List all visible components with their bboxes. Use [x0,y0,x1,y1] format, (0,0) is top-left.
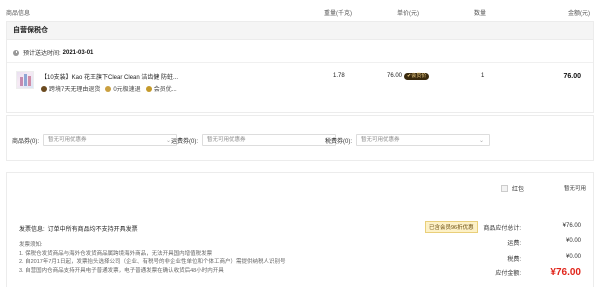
notes-line: 1. 保税仓发货商品与海外仓发货商品属跨境海外商品，无法开具国内增值税发票 [19,250,213,257]
product-price-cell: 76.00 ✔会员价 [387,73,430,80]
clock-icon [13,49,19,56]
summary-card: 红包 暂无可用 发票信息: 订单中所有商品均不支持开具发票 发票须知: 1. 保税… [6,172,594,287]
tax-row: 税费: ¥0.00 [507,254,581,263]
goods-coupon-select[interactable]: 暂无可用优惠券 ⌄ [43,134,178,146]
shipping-coupon-label: 运费券(0): [171,138,199,145]
tax-coupon-select[interactable]: 暂无可用优惠券 ⌄ [356,134,491,146]
delivery-date: 2021-03-01 [62,49,94,56]
product-weight: 1.78 [333,73,345,79]
goods-total-value: ¥76.00 [562,223,581,229]
shipping-row: 运费: ¥0.00 [507,238,581,247]
column-header: 商品信息 重量(千克) 单价(元) 数量 金额(元) [0,0,600,22]
redpacket-option[interactable]: 红包 [501,184,524,193]
notes-line: 2. 自2017年7月1日起，发票抬头选择公司（企业、有税号的非企业性单位和个体… [19,259,286,265]
member-icon [145,85,152,92]
total-row: 应付金额: ¥76.00 [461,267,581,278]
product-subtotal: 76.00 [563,73,581,80]
chevron-down-icon: ⌄ [478,138,485,144]
invoice-text: 订单中所有商品均不支持开具发票 [47,227,138,233]
refund-tag: 0元极速退 [105,84,141,93]
store-title: 自营保税仓 [7,22,593,40]
shipping-coupon-select[interactable]: 暂无可用优惠券 ⌄ [202,134,337,146]
goods-total-row: 商品应付总计: ¥76.00 [483,223,581,232]
product-thumbnail[interactable] [16,71,34,89]
product-price: 76.00 [387,73,403,79]
delivery-info: 预计送达时间: 2021-03-01 [13,48,93,57]
vip-price-badge: ✔会员价 [404,73,430,80]
product-row: 【10支装】Kao 花王旗下Clear Clean 洁齿健 防蛀... 跨境7天… [7,62,593,112]
coupon-card: 商品券(0): 暂无可用优惠券 ⌄ 运费券(0): 暂无可用优惠券 ⌄ 税费券(0)… [6,115,594,161]
notes-line: 3. 自营国内仓商品支持开具电子普通发票，电子普通发票在确认收货后48小时内开具 [19,267,224,274]
goods-coupon: 商品券(0): 暂无可用优惠券 ⌄ [12,134,178,146]
tax-value: ¥0.00 [565,254,581,260]
col-weight: 重量(千克) [324,11,352,17]
product-name[interactable]: 【10支装】Kao 花王旗下Clear Clean 洁齿健 防蛀... [41,72,178,81]
shipping-coupon: 运费券(0): 暂无可用优惠券 ⌄ [171,134,337,146]
tax-coupon: 税费券(0): 暂无可用优惠券 ⌄ [325,134,491,146]
refund-icon [105,85,112,92]
return-icon [41,85,47,92]
col-amount: 金额(元) [568,11,590,17]
col-qty: 数量 [474,11,487,17]
col-product: 商品信息 [6,11,31,17]
total-label: 应付金额: [495,271,521,277]
product-tags: 跨境7天无理由退货 0元极速退 会员优... [41,84,177,93]
col-price: 单价(元) [397,11,419,17]
return-tag: 跨境7天无理由退货 [41,84,100,93]
invoice-notes: 发票须知: 1. 保税仓发货商品与海外仓发货商品属跨境海外商品，无法开具国内增值… [19,241,285,275]
member-tag: 会员优... [145,84,177,93]
redpacket-checkbox[interactable] [501,185,508,192]
goods-coupon-label: 商品券(0): [12,138,40,145]
notes-title: 发票须知: [19,242,43,248]
delivery-label: 预计送达时间: [23,51,61,57]
store-card: 自营保税仓 预计送达时间: 2021-03-01 【10支装】Kao 花王旗下C… [6,21,594,113]
redpacket-status: 暂无可用 [563,186,586,192]
shipping-value: ¥0.00 [565,238,581,244]
invoice-info: 发票信息: 订单中所有商品均不支持开具发票 [19,224,138,233]
redpacket-label: 红包 [512,187,525,193]
tax-coupon-label: 税费券(0): [325,138,353,145]
total-value: ¥76.00 [550,267,581,278]
invoice-label: 发票信息: [19,227,45,233]
product-qty: 1 [481,73,485,79]
